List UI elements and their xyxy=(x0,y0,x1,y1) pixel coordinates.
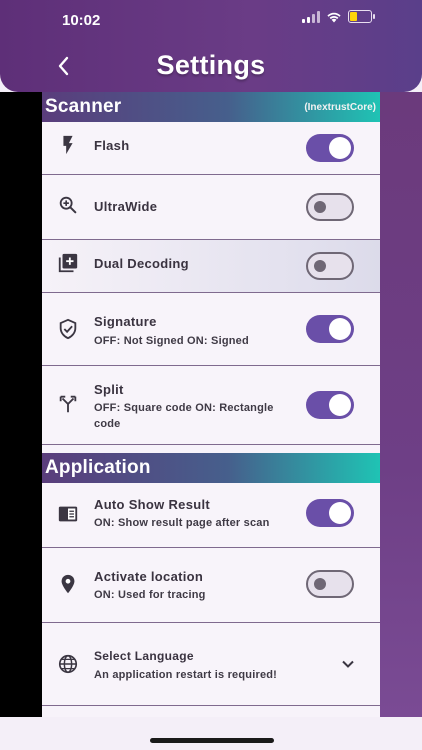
setting-row-signature: Signature OFF: Not Signed ON: Signed xyxy=(42,293,380,366)
setting-row-dual-decoding: Dual Decoding xyxy=(42,240,380,293)
setting-label: Dual Decoding xyxy=(94,256,189,271)
library-add-icon xyxy=(57,252,79,274)
setting-label: Signature xyxy=(94,314,157,329)
section-title: Scanner xyxy=(45,96,122,117)
setting-row-ultrawide: UltraWide xyxy=(42,175,380,240)
status-time: 10:02 xyxy=(62,12,101,29)
setting-row-select-language[interactable]: Select Language An application restart i… xyxy=(42,623,380,706)
section-header-scanner: Scanner (InextrustCore) xyxy=(42,92,380,122)
setting-label: Activate location xyxy=(94,569,204,584)
zoom-in-icon xyxy=(57,194,79,216)
auto-show-result-toggle[interactable] xyxy=(306,499,354,527)
chevron-down-icon[interactable] xyxy=(340,656,356,672)
flash-icon xyxy=(57,134,79,156)
call-split-icon xyxy=(57,393,79,415)
left-edge xyxy=(0,92,42,717)
setting-label: Select Language xyxy=(94,649,194,663)
activate-location-toggle[interactable] xyxy=(306,570,354,598)
flash-toggle[interactable] xyxy=(306,134,354,162)
dual-decoding-toggle[interactable] xyxy=(306,252,354,280)
app-header: 10:02 Settings xyxy=(0,0,422,92)
verified-shield-icon xyxy=(57,318,79,340)
bottom-bar xyxy=(0,717,422,750)
setting-description: An application restart is required! xyxy=(94,669,278,681)
setting-label: UltraWide xyxy=(94,199,158,214)
battery-icon xyxy=(348,10,375,23)
wifi-icon xyxy=(327,12,341,22)
home-indicator[interactable] xyxy=(150,738,274,743)
cellular-signal-icon xyxy=(302,10,320,23)
status-icons xyxy=(302,10,375,23)
setting-description: OFF: Square code ON: Rectangle code xyxy=(94,402,274,430)
setting-label: Auto Show Result xyxy=(94,497,211,512)
section-header-application: Application xyxy=(42,453,380,483)
split-toggle[interactable] xyxy=(306,391,354,419)
setting-row-auto-show-result: Auto Show Result ON: Show result page af… xyxy=(42,483,380,548)
setting-row-split: Split OFF: Square code ON: Rectangle cod… xyxy=(42,366,380,445)
location-pin-icon xyxy=(57,573,79,595)
setting-label: Split xyxy=(94,382,124,397)
section-note: (InextrustCore) xyxy=(304,101,376,113)
globe-icon xyxy=(57,653,79,675)
section-title: Application xyxy=(45,457,151,478)
settings-list: Scanner (InextrustCore) Flash UltraWide xyxy=(42,92,380,717)
setting-row-flash: Flash xyxy=(42,122,380,175)
ultrawide-toggle[interactable] xyxy=(306,193,354,221)
setting-description: OFF: Not Signed ON: Signed xyxy=(94,335,249,347)
signature-toggle[interactable] xyxy=(306,315,354,343)
chrome-reader-icon xyxy=(57,503,79,525)
right-edge xyxy=(380,92,422,717)
setting-row-activate-location: Activate location ON: Used for tracing xyxy=(42,548,380,623)
setting-label: Flash xyxy=(94,138,130,153)
page-title: Settings xyxy=(156,50,266,80)
setting-description: ON: Used for tracing xyxy=(94,589,206,601)
setting-description: ON: Show result page after scan xyxy=(94,517,270,529)
